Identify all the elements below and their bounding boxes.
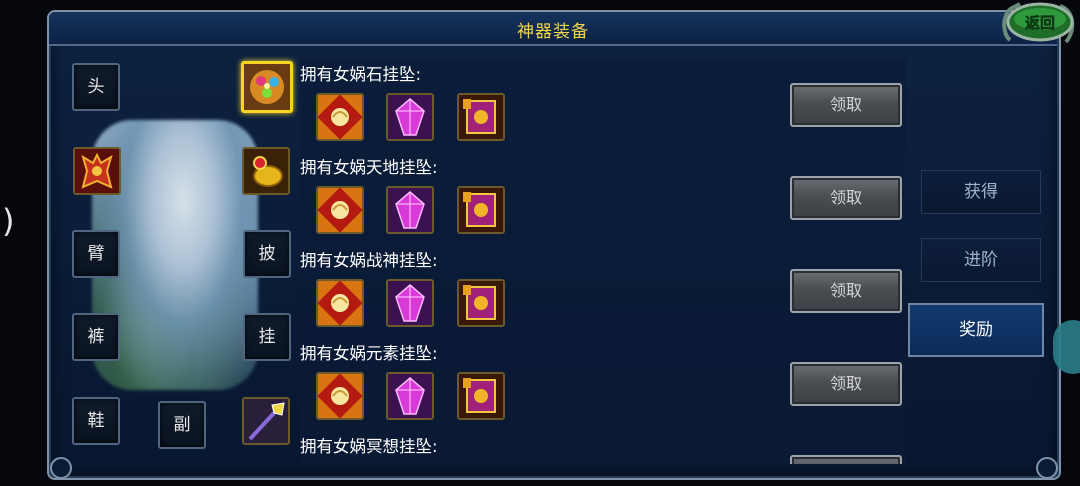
scroll-icon (459, 374, 503, 418)
row-title: 拥有女娲冥想挂坠: (300, 437, 438, 456)
slot-head[interactable]: 头 (72, 63, 120, 111)
row-title: 拥有女娲石挂坠: (300, 65, 422, 84)
reward-item[interactable] (316, 186, 364, 234)
reward-item[interactable] (457, 279, 505, 327)
slot-hang[interactable]: 挂 (243, 313, 291, 361)
row-title: 拥有女娲元素挂坠: (300, 344, 438, 363)
row-title: 拥有女娲战神挂坠: (300, 251, 438, 270)
purple-crystal-icon (388, 281, 432, 325)
window-title: 神器装备 (517, 22, 589, 42)
slot-off[interactable]: 副 (158, 401, 206, 449)
claim-button[interactable]: 领取 (790, 362, 902, 406)
reward-item[interactable] (457, 372, 505, 420)
reward-item[interactable] (386, 93, 434, 141)
purple-crystal-icon (388, 95, 432, 139)
claim-button[interactable]: 领取 (790, 83, 902, 127)
reward-item[interactable] (316, 279, 364, 327)
gem-pendant-icon (244, 64, 290, 110)
slot-cape[interactable]: 披 (243, 230, 291, 278)
reward-item[interactable] (316, 93, 364, 141)
tab-obtain[interactable]: 获得 (921, 170, 1041, 214)
row-title: 拥有女娲天地挂坠: (300, 158, 438, 177)
back-label: 返回 (1025, 14, 1055, 32)
slot-ring-item[interactable] (242, 147, 290, 195)
corner-ornament-left (50, 457, 72, 479)
purple-crystal-icon (388, 188, 432, 232)
gold-ring-icon (244, 149, 288, 193)
slot-pants[interactable]: 裤 (72, 313, 120, 361)
tab-advance[interactable]: 进阶 (921, 238, 1041, 282)
tab-reward[interactable]: 奖励 (908, 303, 1044, 357)
shell-token-icon (318, 95, 362, 139)
reward-item[interactable] (386, 372, 434, 420)
shell-token-icon (318, 281, 362, 325)
spear-icon (244, 399, 288, 443)
title-bar: 神器装备 (49, 12, 1057, 46)
slot-pendant-item[interactable] (241, 61, 293, 113)
slot-weapon-item[interactable] (242, 397, 290, 445)
slot-shoes[interactable]: 鞋 (72, 397, 120, 445)
corner-ornament-right (1036, 457, 1058, 479)
slot-arm[interactable]: 臂 (72, 230, 120, 278)
slot-armor-item[interactable] (73, 147, 121, 195)
reward-item[interactable] (386, 279, 434, 327)
shell-token-icon (318, 188, 362, 232)
scroll-icon (459, 188, 503, 232)
scroll-icon (459, 95, 503, 139)
reward-item[interactable] (386, 186, 434, 234)
purple-crystal-icon (388, 374, 432, 418)
red-armor-icon (75, 149, 119, 193)
back-button[interactable]: 返回 (1000, 0, 1076, 48)
reward-item[interactable] (316, 372, 364, 420)
screen-edge-mark: ) (2, 202, 15, 240)
claim-button[interactable]: 领取 (790, 455, 902, 464)
pendant-reward-list[interactable]: 拥有女娲石挂坠: 领取 拥有女娲天地挂坠: 领取 拥有女娲战神挂坠: 领取 拥有… (300, 58, 906, 464)
scroll-icon (459, 281, 503, 325)
floating-handle[interactable] (1053, 320, 1080, 374)
claim-button[interactable]: 领取 (790, 176, 902, 220)
reward-item[interactable] (457, 93, 505, 141)
reward-item[interactable] (457, 186, 505, 234)
claim-button[interactable]: 领取 (790, 269, 902, 313)
shell-token-icon (318, 374, 362, 418)
